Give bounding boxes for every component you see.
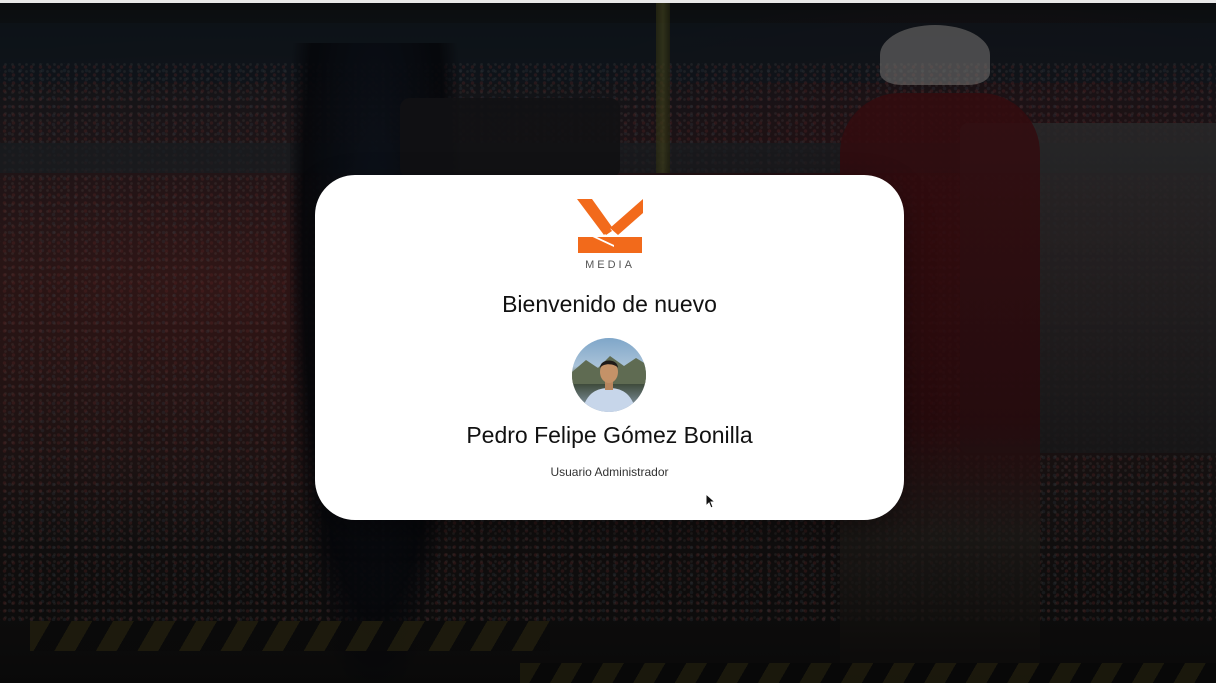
user-name: Pedro Felipe Gómez Bonilla — [466, 422, 753, 448]
media-logo: MEDIA — [574, 195, 646, 275]
user-role: Usuario Administrador — [550, 465, 669, 479]
mouse-cursor-icon — [705, 493, 717, 509]
welcome-greeting: Bienvenido de nuevo — [502, 291, 717, 317]
stadium-background: MEDIA Bienvenido de nuevo Pedro Felipe G… — [0, 0, 1216, 683]
logo-wordmark: MEDIA — [585, 259, 635, 271]
user-avatar — [572, 338, 646, 412]
welcome-card: MEDIA Bienvenido de nuevo Pedro Felipe G… — [315, 175, 904, 520]
media-logo-icon — [577, 199, 643, 253]
